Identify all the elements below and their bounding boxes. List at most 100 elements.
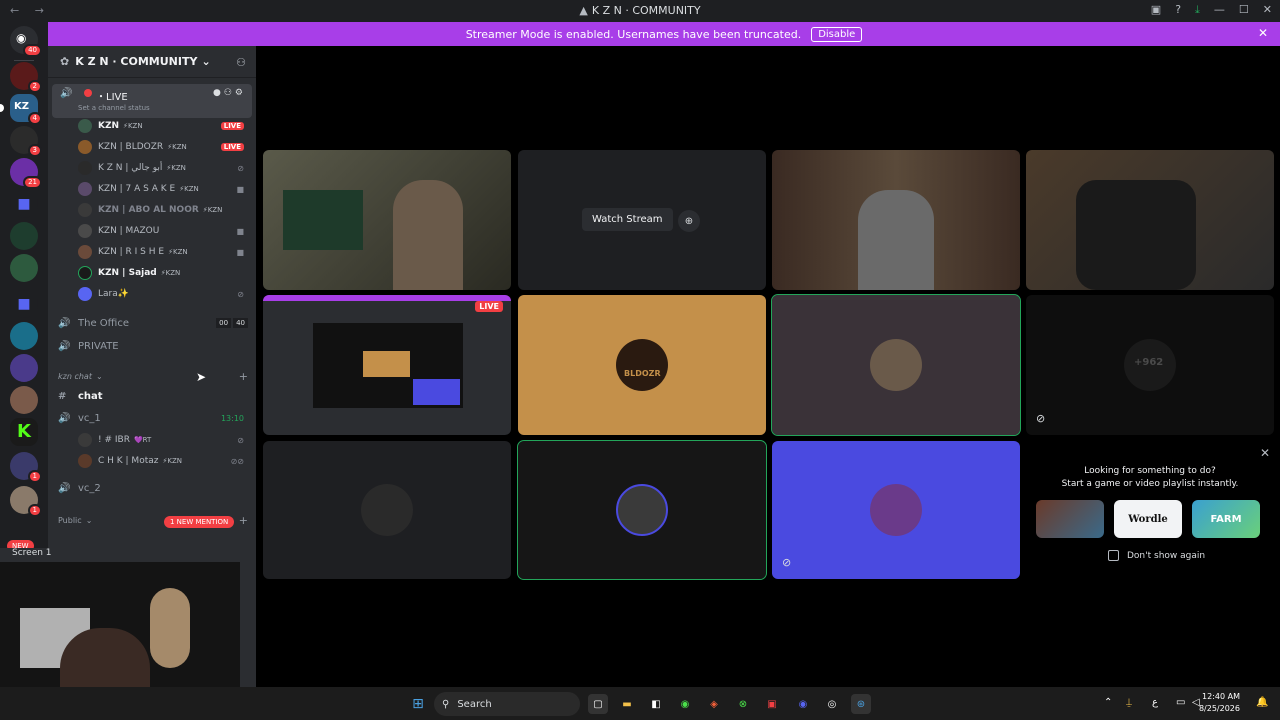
folder-icon-2[interactable]: ■ (10, 290, 38, 318)
inbox-icon[interactable]: ▣ (1151, 3, 1161, 17)
home-button[interactable]: ◉ 40 (10, 26, 42, 57)
avatar (78, 433, 92, 447)
server-header[interactable]: ✿ K Z N · COMMUNITY ⌄ ⚇ (48, 46, 256, 78)
network-icon[interactable]: ▭ (1176, 697, 1185, 708)
maximize-button[interactable]: ☐ (1239, 3, 1249, 17)
voice-member[interactable]: Lara✨ ⊘ (78, 284, 248, 304)
video-tile[interactable] (263, 150, 511, 290)
text-channel-chat[interactable]: # chat (58, 386, 248, 406)
voice-member[interactable]: KZN | MAZOU ■ (78, 221, 248, 241)
voice-member[interactable]: KZN ⚡KZN LIVE (78, 116, 248, 136)
avatar-tile[interactable] (263, 441, 511, 579)
channel-live-label: ・LIVE (96, 92, 128, 103)
server-icon-7[interactable] (10, 322, 38, 350)
obs-icon[interactable]: ◎ (822, 694, 842, 714)
server-icon-6[interactable] (10, 254, 38, 282)
microphone-icon[interactable]: ⍊ (1126, 697, 1132, 708)
add-member-icon[interactable]: ⚇ (224, 88, 235, 98)
notification-icon[interactable]: 🔔 (1256, 697, 1268, 708)
server-icon-10[interactable]: 1 (10, 452, 42, 483)
language-icon[interactable]: ع (1152, 697, 1158, 708)
store-icon[interactable]: ◧ (646, 694, 666, 714)
user-avatar (870, 484, 922, 536)
user-avatar (870, 339, 922, 391)
add-channel-icon[interactable]: + (239, 514, 248, 527)
activity-card-wordle[interactable]: Wordle (1114, 500, 1182, 538)
clock[interactable]: 12:40 AM 8/25/2026 (1199, 691, 1240, 715)
voice-member[interactable]: ! # IBR 💜RT ⊘ (78, 430, 248, 450)
voice-channel-private[interactable]: 🔊 PRIVATE (58, 336, 248, 356)
voice-member[interactable]: KZN | 7 A S A K E ⚡KZN ■ (78, 179, 248, 199)
person-silhouette (393, 180, 463, 290)
brave-icon[interactable]: ◈ (704, 694, 724, 714)
server-icon-1[interactable]: 2 (10, 62, 42, 93)
screen-share-tile[interactable]: LIVE (263, 295, 511, 435)
channel-status-placeholder[interactable]: Set a channel status (78, 104, 150, 112)
steam-icon[interactable]: ⊛ (851, 694, 871, 714)
avatar-tile[interactable]: BLDOZR (518, 295, 766, 435)
video-tile[interactable] (1026, 150, 1274, 290)
app-icon[interactable]: ▣ (762, 694, 782, 714)
server-icon-11[interactable]: 1 (10, 486, 42, 517)
file-explorer-icon[interactable]: ▬ (617, 694, 637, 714)
chat-icon[interactable]: ● (213, 88, 224, 98)
activity-card[interactable] (1036, 500, 1104, 538)
help-icon[interactable]: ? (1175, 3, 1181, 17)
voice-channel-vc2[interactable]: 🔊 vc_2 (58, 478, 248, 498)
server-icon-5[interactable] (10, 222, 38, 250)
kick-icon[interactable]: K (10, 418, 38, 446)
start-icon[interactable]: ⊞ (408, 694, 428, 714)
avatar-tile[interactable]: +962 ⊘ (1026, 295, 1274, 435)
video-tile[interactable] (772, 150, 1020, 290)
new-mention-pill[interactable]: 1 NEW MENTION (164, 516, 235, 528)
camera-icon: ■ (236, 226, 244, 236)
avatar (78, 245, 92, 259)
server-icon-9[interactable] (10, 386, 38, 414)
add-channel-icon[interactable]: + (239, 370, 248, 383)
avatar-tile[interactable] (517, 440, 767, 580)
chrome-icon[interactable]: ◉ (675, 694, 695, 714)
close-icon[interactable]: ✕ (1260, 446, 1270, 460)
folder-icon[interactable]: ■ (10, 190, 38, 218)
avatar (78, 454, 92, 468)
search-icon: ⚲ (442, 698, 450, 710)
xbox-icon[interactable]: ⊗ (733, 694, 753, 714)
popout-icon[interactable]: ⊕ (678, 210, 700, 232)
watch-stream-button[interactable]: Watch Stream (582, 208, 673, 231)
server-icon-3[interactable]: 3 (10, 126, 42, 157)
dont-show-again[interactable]: Don't show again (1108, 550, 1205, 561)
activity-card-farm[interactable]: FARM (1192, 500, 1260, 538)
chevron-down-icon: ⌄ (95, 371, 103, 381)
server-icon-4[interactable]: 21 (10, 158, 42, 189)
checkbox[interactable] (1108, 550, 1119, 561)
disable-streamer-mode-button[interactable]: Disable (811, 26, 863, 42)
voice-channel-the-office[interactable]: 🔊 The Office 00 40 (58, 313, 248, 333)
server-name: K Z N · COMMUNITY (75, 55, 198, 68)
voice-member[interactable]: KZN | R I S H E ⚡KZN ■ (78, 242, 248, 262)
task-view-icon[interactable]: ▢ (588, 694, 608, 714)
close-icon[interactable]: ✕ (1258, 26, 1268, 40)
avatar-tile[interactable]: ⊘ (772, 441, 1020, 579)
discord-taskbar-icon[interactable]: ◉ (793, 694, 813, 714)
voice-member[interactable]: C H K | Motaz ⚡KZN ⊘⊘ (78, 451, 248, 471)
voice-channel-vc1[interactable]: 🔊 vc_1 13:10 (58, 408, 248, 428)
stream-tile[interactable]: Watch Stream ⊕ (518, 150, 766, 290)
server-icon-kzn[interactable]: KZ 4 (0, 94, 42, 125)
channel-live[interactable]: 🔊 ・LIVE Set a channel status ●⚇⚙ (52, 84, 252, 118)
chevron-up-icon[interactable]: ⌃ (1104, 697, 1112, 708)
minimize-button[interactable]: — (1214, 3, 1225, 17)
voice-member[interactable]: KZN | ABO AL NOOR ⚡KZN (78, 200, 248, 220)
voice-member[interactable]: KZN | BLDOZR ⚡KZN LIVE (78, 137, 248, 157)
close-window-button[interactable]: ✕ (1263, 3, 1272, 17)
avatar (78, 203, 92, 217)
voice-member[interactable]: KZN | Sajad ⚡KZN (78, 263, 248, 283)
server-icon-8[interactable] (10, 354, 38, 382)
voice-member[interactable]: K Z N | أبو جالي ⚡KZN ⊘ (78, 158, 248, 178)
download-icon[interactable]: ⤓ (1195, 3, 1200, 17)
search-box[interactable]: ⚲ Search (434, 692, 580, 716)
settings-icon[interactable]: ⚙ (235, 88, 246, 98)
nested-banner (263, 295, 511, 301)
category-kzn-chat[interactable]: kzn chat ⌄ + (58, 368, 248, 384)
avatar-tile[interactable] (771, 294, 1021, 436)
invite-icon[interactable]: ⚇ (236, 56, 246, 69)
